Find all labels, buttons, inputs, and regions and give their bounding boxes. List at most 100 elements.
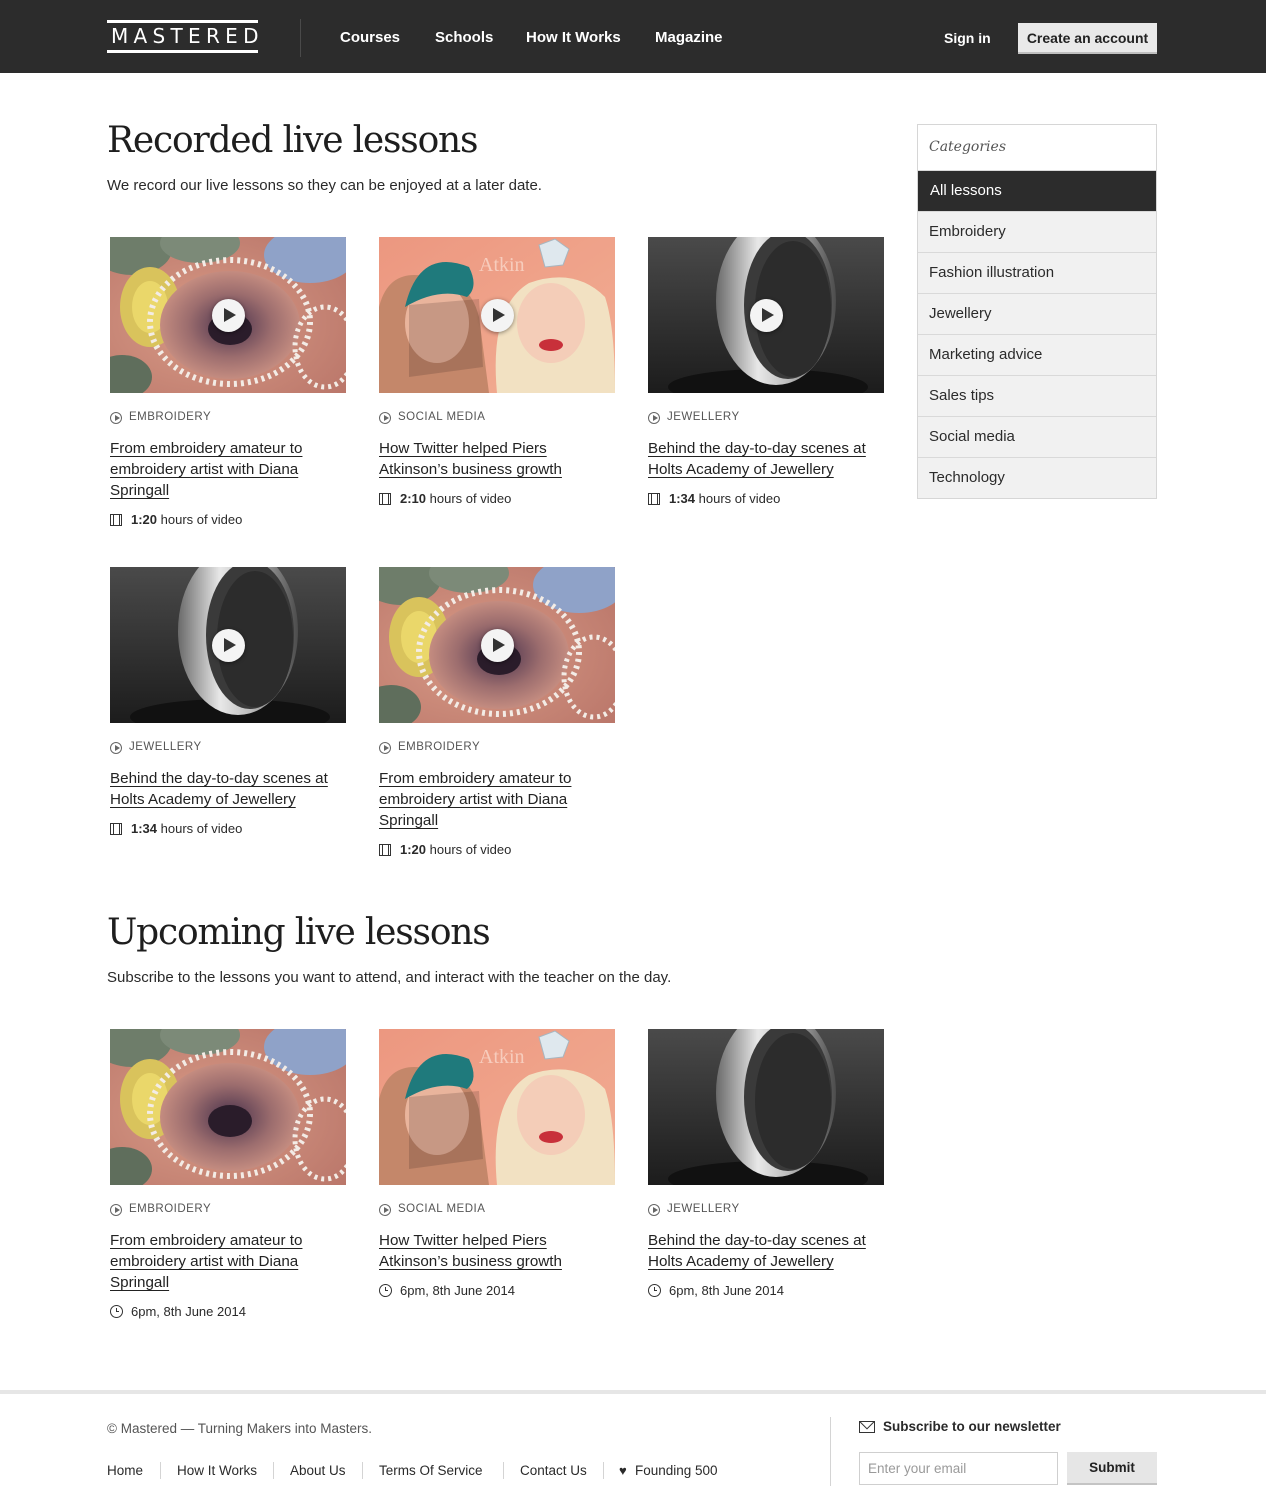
lesson-category-label: SOCIAL MEDIA [398,411,486,423]
recorded-lesson-card: EMBROIDERY From embroidery amateur to emb… [379,567,619,857]
film-icon [110,514,122,526]
newsletter-email-input[interactable] [859,1452,1058,1485]
sign-in-link[interactable]: Sign in [944,30,991,46]
lesson-thumbnail[interactable]: Atkin [379,237,615,393]
category-embroidery[interactable]: Embroidery [918,211,1156,252]
footer-link-home[interactable]: Home [107,1463,143,1478]
lesson-title-link[interactable]: Behind the day-to-day scenes at Holts Ac… [648,1230,870,1272]
lesson-time-text: 6pm, 8th June 2014 [400,1283,515,1298]
lesson-time-text: 6pm, 8th June 2014 [669,1283,784,1298]
duration-text: 2:10 hours of video [400,491,511,506]
lesson-title-link[interactable]: Behind the day-to-day scenes at Holts Ac… [110,768,332,810]
create-account-button[interactable]: Create an account [1018,23,1157,54]
category-all-lessons[interactable]: All lessons [918,170,1156,211]
category-social-media[interactable]: Social media [918,416,1156,457]
lesson-thumbnail[interactable] [648,237,884,393]
lesson-category-label: JEWELLERY [129,741,202,753]
duration-text: 1:34 hours of video [131,821,242,836]
lesson-title-link[interactable]: From embroidery amateur to embroidery ar… [110,1230,332,1293]
lesson-title-link[interactable]: Behind the day-to-day scenes at Holts Ac… [648,438,870,480]
recorded-lessons-heading: Recorded live lessons [107,120,479,161]
recorded-lesson-card: JEWELLERY Behind the day-to-day scenes at… [110,567,350,836]
svg-text:Atkin: Atkin [479,1046,525,1068]
play-icon[interactable] [212,299,245,332]
film-icon [110,823,122,835]
footer-link-founding-500[interactable]: Founding 500 [635,1463,718,1478]
lesson-category-label: EMBROIDERY [398,741,481,753]
play-icon[interactable] [750,299,783,332]
svg-text:Atkin: Atkin [479,254,525,276]
play-circle-icon [110,742,122,754]
recorded-lesson-card: EMBROIDERY From embroidery amateur to emb… [110,237,350,527]
play-circle-icon [379,1204,391,1216]
footer-copyright: © Mastered — Turning Makers into Masters… [107,1421,373,1436]
lesson-thumbnail[interactable]: Atkin [379,1029,615,1185]
recorded-lesson-card: Atkin SOCIAL MEDIA How Twitter helped Pier… [379,237,619,506]
category-marketing-advice[interactable]: Marketing advice [918,334,1156,375]
duration-suffix: hours of video [429,491,512,506]
upcoming-lesson-card: JEWELLERY Behind the day-to-day scenes at… [648,1029,888,1298]
lesson-category-label: SOCIAL MEDIA [398,1203,486,1215]
category-technology[interactable]: Technology [918,457,1156,498]
footer-separator [503,1462,504,1479]
clock-icon [110,1305,123,1318]
play-circle-icon [648,1204,660,1216]
nav-how-it-works[interactable]: How It Works [526,29,621,46]
play-icon[interactable] [212,629,245,662]
clock-icon [648,1284,661,1297]
upcoming-lesson-card: Atkin SOCIAL MEDIA How Twitter helped Pier… [379,1029,619,1298]
duration-value: 1:34 [669,491,696,506]
play-icon[interactable] [481,299,514,332]
footer-separator [273,1462,274,1479]
duration-value: 1:20 [400,842,427,857]
duration-suffix: hours of video [429,842,512,857]
footer-link-about-us[interactable]: About Us [290,1463,346,1478]
lesson-thumbnail[interactable] [110,1029,346,1185]
envelope-icon [859,1421,875,1433]
lesson-title-link[interactable]: How Twitter helped Piers Atkinson’s busi… [379,1230,601,1272]
play-icon[interactable] [481,629,514,662]
lesson-category-label: JEWELLERY [667,411,740,423]
nav-schools[interactable]: Schools [435,29,493,46]
recorded-lesson-card: JEWELLERY Behind the day-to-day scenes at… [648,237,888,506]
mastered-logo[interactable]: MASTERED [107,20,259,53]
newsletter-label: Subscribe to our newsletter [883,1419,1061,1434]
footer-separator [160,1462,161,1479]
recorded-lessons-intro: We record our live lessons so they can b… [107,177,542,194]
duration-text: 1:34 hours of video [669,491,780,506]
lesson-category-label: EMBROIDERY [129,1203,212,1215]
heart-icon: ♥ [619,1463,627,1478]
category-sales-tips[interactable]: Sales tips [918,375,1156,416]
footer-link-how-it-works[interactable]: How It Works [177,1463,257,1478]
nav-divider [300,19,301,57]
lesson-title-link[interactable]: From embroidery amateur to embroidery ar… [379,768,601,831]
duration-text: 1:20 hours of video [131,512,242,527]
footer-link-terms[interactable]: Terms Of Service [379,1463,483,1478]
lesson-category-label: JEWELLERY [667,1203,740,1215]
upcoming-lesson-card: EMBROIDERY From embroidery amateur to emb… [110,1029,350,1319]
nav-magazine[interactable]: Magazine [655,29,723,46]
category-fashion-illustration[interactable]: Fashion illustration [918,252,1156,293]
top-navigation-bar: MASTERED Courses Schools How It Works Ma… [0,0,1266,73]
lesson-title-link[interactable]: How Twitter helped Piers Atkinson’s busi… [379,438,601,480]
film-icon [379,844,391,856]
category-jewellery[interactable]: Jewellery [918,293,1156,334]
play-circle-icon [110,1204,122,1216]
lesson-thumbnail[interactable] [648,1029,884,1185]
play-circle-icon [110,412,122,424]
lesson-thumbnail[interactable] [110,237,346,393]
play-circle-icon [648,412,660,424]
newsletter-submit-button[interactable]: Submit [1067,1452,1157,1485]
film-icon [648,493,660,505]
lesson-title-link[interactable]: From embroidery amateur to embroidery ar… [110,438,332,501]
film-icon [379,493,391,505]
play-circle-icon [379,742,391,754]
upcoming-lessons-intro: Subscribe to the lessons you want to att… [107,969,672,986]
footer-separator [603,1462,604,1479]
duration-value: 1:20 [131,512,158,527]
lesson-thumbnail[interactable] [379,567,615,723]
lesson-thumbnail[interactable] [110,567,346,723]
footer-link-contact-us[interactable]: Contact Us [520,1463,587,1478]
footer-vertical-divider [830,1417,831,1486]
nav-courses[interactable]: Courses [340,29,400,46]
